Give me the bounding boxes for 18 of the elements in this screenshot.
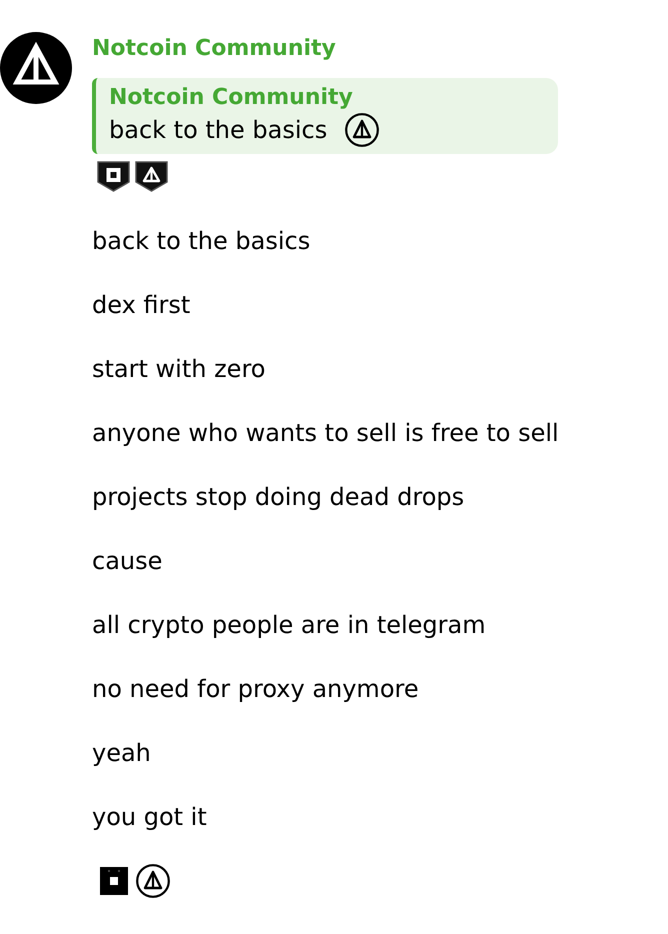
reply-sender-name: Notcoin Community (109, 84, 353, 112)
triangle-circle-icon (345, 112, 380, 146)
message-text: anyone who wants to sell is free to sell (92, 418, 559, 449)
reply-quote[interactable]: Notcoin Community back to the basics (92, 78, 558, 154)
triangle-circle-icon (136, 864, 170, 898)
reply-text: back to the basics (109, 114, 328, 144)
message-text: back to the basics (92, 226, 310, 257)
message-text: you got it (92, 802, 207, 833)
avatar-icon[interactable] (0, 32, 72, 104)
message-text: yeah (92, 738, 151, 769)
pixel-square-icon (100, 867, 128, 895)
message-text: cause (92, 546, 162, 577)
message-text: no need for proxy anymore (92, 674, 419, 705)
message-text: start with zero (92, 354, 266, 385)
message-text: all crypto people are in telegram (92, 610, 486, 641)
shield-triangle-icon (135, 160, 168, 192)
message-text: dex first (92, 290, 190, 321)
message-text: projects stop doing dead drops (92, 482, 464, 513)
